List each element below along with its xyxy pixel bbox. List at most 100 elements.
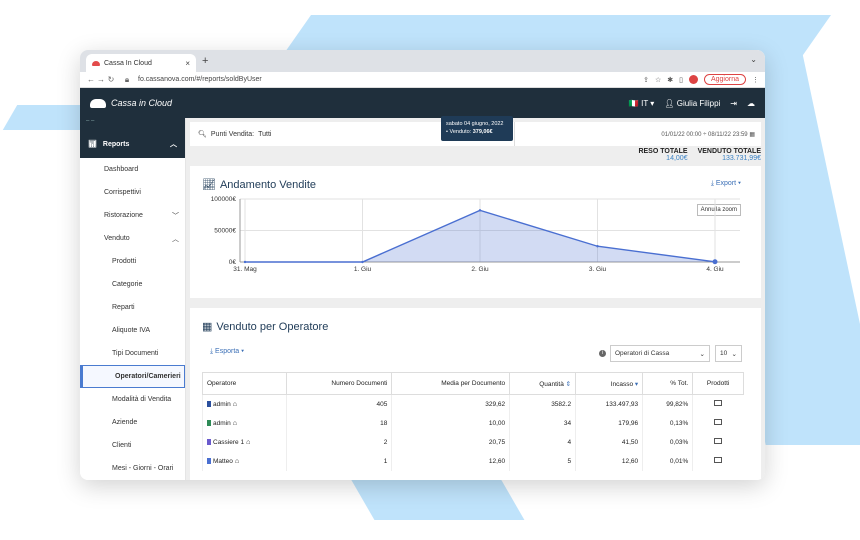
- venduto-total: VENDUTO TOTALE 133.731,99€: [698, 148, 761, 162]
- operator-type-select[interactable]: Operatori di Cassa ⌄: [610, 345, 710, 362]
- sort-icon: ▾: [633, 380, 639, 388]
- bookmark-icon: [207, 457, 211, 464]
- back-icon[interactable]: ←: [86, 75, 96, 84]
- products-cell: [692, 432, 744, 452]
- extensions-icon[interactable]: ✱: [667, 76, 673, 84]
- tab-close-icon[interactable]: ×: [185, 59, 190, 68]
- browser-window: Cassa In Cloud × + ⌄ ← → ↻ 🔒︎ fo.cassano…: [80, 50, 765, 480]
- profile-avatar[interactable]: [688, 75, 698, 84]
- reload-icon[interactable]: ↻: [106, 75, 116, 84]
- line-chart-icon: 📈︎: [202, 179, 216, 191]
- products-list-icon[interactable]: [714, 438, 723, 444]
- sidebar-item[interactable]: Categorie: [80, 273, 185, 296]
- totals-summary: RESO TOTALE 14,00€ VENDUTO TOTALE 133.73…: [638, 148, 761, 162]
- operator-name: admin: [213, 419, 231, 427]
- reset-zoom-button[interactable]: Annulla zoom: [696, 204, 741, 216]
- chart-y-tick-label: 0€: [229, 259, 237, 266]
- chart-y-tick-label: 100000€: [211, 196, 237, 203]
- sidebar-item-label: Dashboard: [104, 166, 139, 173]
- sidebar-section-reports[interactable]: 📊︎ Reports ︿: [80, 130, 185, 158]
- operator-name: Matteo: [213, 457, 233, 465]
- table-cell-income: 179,96: [575, 413, 643, 433]
- address-bar: ← → ↻ 🔒︎ fo.cassanova.com/#/reports/sold…: [80, 72, 765, 88]
- column-header[interactable]: Incasso ▾: [575, 372, 644, 395]
- products-list-icon[interactable]: [714, 400, 723, 407]
- sidebar-item[interactable]: Ristorazione ﹀: [80, 204, 185, 227]
- sidebar-item-label: Mesi - Giorni - Orari: [112, 465, 174, 472]
- table-cell-income: 12,60: [575, 451, 643, 471]
- table-row[interactable]: Matteo ⌂ 1 12,60 5 12,60 0,01%: [201, 451, 744, 471]
- products-list-icon[interactable]: [714, 457, 723, 463]
- app-brand[interactable]: Cassa in Cloud: [90, 98, 172, 108]
- operator-cell: Cassiere 1 ⌂: [201, 432, 287, 452]
- sidebar-item[interactable]: Tipi Documenti: [80, 342, 185, 365]
- browser-tab[interactable]: Cassa In Cloud ×: [86, 54, 196, 72]
- sidebar-item[interactable]: Dashboard: [80, 158, 185, 181]
- sidebar-item-label: Aliquote IVA: [112, 327, 151, 334]
- tooltip-series: Venduto:: [449, 129, 472, 136]
- sidebar-item[interactable]: Venduto ︿: [80, 227, 185, 250]
- calendar-icon: ▦: [749, 131, 755, 138]
- operator-name: admin: [213, 400, 231, 408]
- update-button[interactable]: Aggiorna: [703, 74, 746, 85]
- sidebar-item[interactable]: Clienti: [80, 434, 185, 457]
- chevron-up-icon: ︿: [172, 235, 179, 243]
- operator-cell: Matteo ⌂: [201, 451, 287, 471]
- bookmark-icon: [207, 438, 211, 445]
- browser-menu-icon[interactable]: ⋮: [752, 76, 759, 84]
- esporta-button[interactable]: ⤓ Esporta ▾: [210, 348, 244, 356]
- export-button[interactable]: ⤓ Export ▾: [711, 180, 741, 188]
- sidebar-item[interactable]: Mesi - Giorni - Orari: [80, 457, 185, 480]
- column-header[interactable]: Prodotti: [692, 372, 744, 395]
- chevron-down-icon: ⌄: [699, 350, 705, 358]
- column-header[interactable]: Numero Documenti: [286, 372, 393, 395]
- chevron-down-icon: ⌄: [731, 350, 737, 358]
- table-row[interactable]: admin ⌂ 405 329,62 3582.2 133.497,93 99,82%: [201, 394, 744, 414]
- sidebar-toggle-icon[interactable]: ▯: [679, 76, 683, 84]
- bookmark-star-icon[interactable]: ☆: [655, 76, 661, 84]
- sidebar-item[interactable]: Modalità di Vendita: [80, 388, 185, 411]
- forward-icon[interactable]: →: [96, 75, 106, 84]
- column-header-label: Media per Documento: [441, 380, 506, 387]
- sidebar-item[interactable]: Reparti: [80, 296, 185, 319]
- tab-search-chevron-icon[interactable]: ⌄: [750, 55, 757, 64]
- sidebar-item[interactable]: Aziende: [80, 411, 185, 434]
- home-icon: ⌂: [232, 400, 237, 408]
- sidebar-item[interactable]: Aliquote IVA: [80, 319, 185, 342]
- column-header[interactable]: % Tot.: [642, 372, 694, 395]
- sidebar-item[interactable]: Operatori/Camerieri: [80, 365, 185, 388]
- cassa-logo-icon: [92, 60, 100, 66]
- sidebar-item-label: Clienti: [112, 442, 132, 449]
- new-tab-button[interactable]: +: [202, 55, 208, 67]
- venduto-total-value: 133.731,99€: [722, 155, 761, 162]
- sidebar-collapsed-strip: – –: [80, 118, 185, 130]
- home-icon: ⌂: [232, 419, 237, 427]
- info-icon[interactable]: i: [599, 350, 606, 357]
- table-row[interactable]: admin ⌂ 18 10,00 34 179,96 0,13%: [201, 413, 744, 433]
- logout-icon[interactable]: ⇥: [730, 99, 737, 108]
- sidebar-item[interactable]: Corrispettivi: [80, 181, 185, 204]
- table-cell-docs: 2: [286, 432, 392, 452]
- sort-icon: ⇕: [563, 380, 572, 388]
- sidebar-item[interactable]: Prodotti: [80, 250, 185, 273]
- column-header[interactable]: Media per Documento: [391, 372, 511, 395]
- share-icon[interactable]: ⇪: [643, 76, 649, 84]
- operator-type-value: Operatori di Cassa: [615, 350, 670, 357]
- operator-name: Cassiere 1: [213, 438, 245, 446]
- esporta-label: Esporta: [215, 348, 240, 355]
- column-header[interactable]: Operatore: [201, 372, 288, 395]
- url-field[interactable]: fo.cassanova.com/#/reports/soldByUser: [138, 76, 262, 83]
- column-header[interactable]: Quantità ⇕: [509, 372, 577, 395]
- sidebar-item-label: Venduto: [104, 235, 130, 242]
- date-range-picker[interactable]: 01/01/22 00:00 ÷ 08/11/22 23:59 ▦: [661, 131, 761, 138]
- language-selector[interactable]: 🇮🇹 IT ▾: [629, 99, 654, 108]
- user-menu[interactable]: 👤︎ Giulia Filippi: [664, 99, 720, 108]
- sidebar-item-label: Operatori/Camerieri: [115, 373, 181, 380]
- chart-x-tick-label: 1. Giu: [354, 266, 372, 273]
- table-row[interactable]: Cassiere 1 ⌂ 2 20,75 4 41,50 0,03%: [201, 432, 744, 452]
- tab-title: Cassa In Cloud: [104, 59, 152, 67]
- products-list-icon[interactable]: [714, 419, 723, 425]
- cloud-sync-icon[interactable]: ☁: [747, 99, 755, 108]
- page-size-select[interactable]: 10 ⌄: [715, 345, 742, 362]
- sidebar-item-label: Categorie: [112, 281, 143, 288]
